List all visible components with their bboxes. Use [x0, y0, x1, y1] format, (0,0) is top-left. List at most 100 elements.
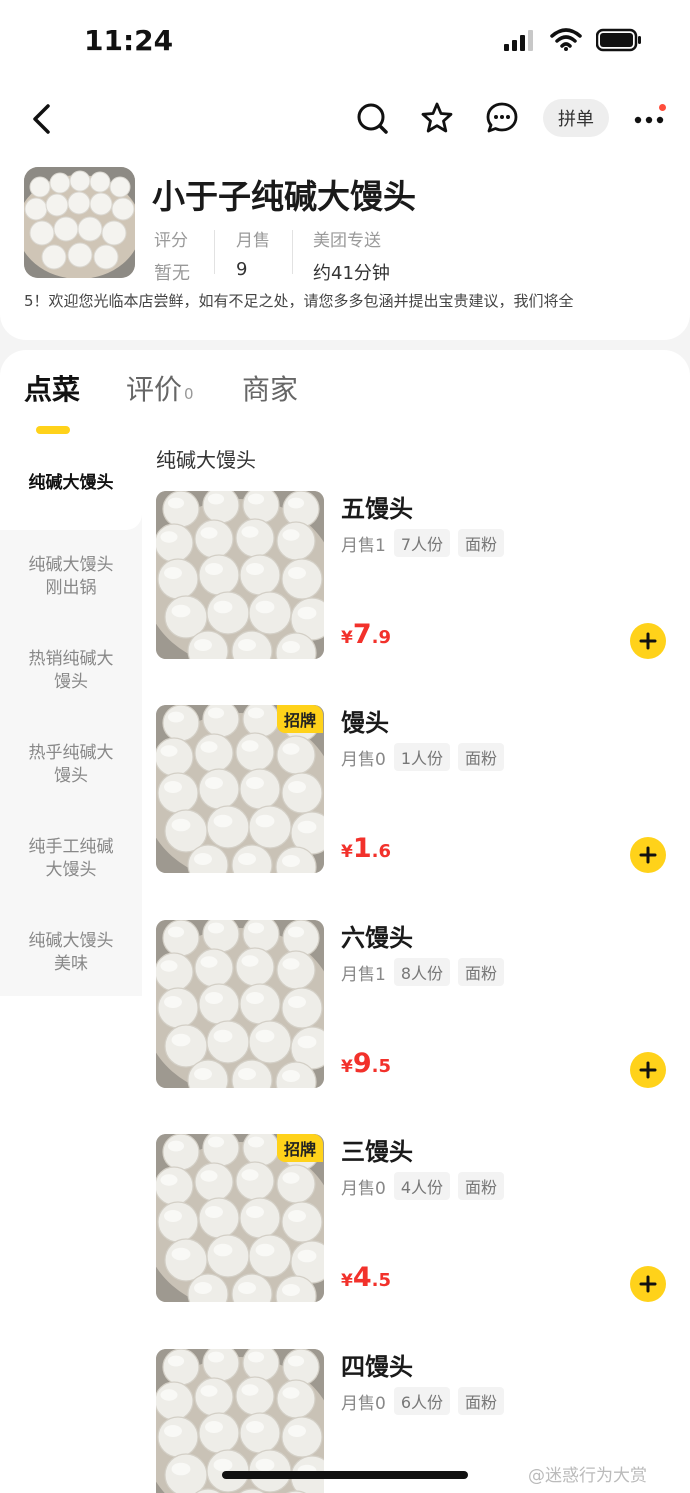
stat-monthly-sales: 月售 9 [236, 226, 270, 280]
stat-rating: 评分 暂无 [154, 226, 190, 285]
back-arrow-icon[interactable] [24, 102, 58, 136]
menu-item-name: 四馒头 [341, 1353, 413, 1381]
sidebar-empty-area [0, 996, 142, 1493]
price-integer: 9 [352, 1048, 372, 1079]
section-title: 纯碱大馒头 [156, 448, 256, 472]
menu-item-meta: 月售1 8人份 面粉 [341, 958, 505, 986]
stat-value: 9 [236, 259, 248, 280]
portion-tag: 6人份 [393, 1387, 451, 1415]
review-count: 0 [184, 385, 194, 403]
menu-item[interactable]: 招牌 三馒头 月售0 4人份 面粉 ¥4.5 [156, 1134, 676, 1304]
tab-merchant[interactable]: 商家 [242, 368, 298, 408]
watermark: @迷惑行为大赏 [528, 1466, 647, 1486]
menu-item-meta: 月售0 6人份 面粉 [341, 1387, 505, 1415]
stat-value: 约41分钟 [313, 263, 390, 284]
sidebar-item[interactable]: 热乎纯碱大馒头 [0, 718, 142, 812]
signature-badge: 招牌 [277, 705, 324, 733]
stat-label: 美团专送 [313, 231, 381, 251]
signature-badge: 招牌 [277, 1134, 324, 1162]
price-decimal: .5 [371, 1056, 392, 1077]
sidebar-item[interactable]: 纯碱大馒头刚出锅 [0, 530, 142, 624]
price-decimal: .5 [371, 1270, 392, 1291]
sidebar-item[interactable]: 热销纯碱大馒头 [0, 624, 142, 718]
category-sidebar: 纯碱大馒头 纯碱大馒头刚出锅 热销纯碱大馒头 热乎纯碱大馒头 纯手工纯碱大馒头 … [0, 436, 142, 1493]
portion-tag: 8人份 [393, 958, 451, 986]
status-bar: 11:24 [0, 0, 690, 80]
portion-tag: 4人份 [393, 1172, 451, 1200]
store-header: 拼单 小于子纯碱大馒头 评分 暂无 月售 9 美团专送 约41分钟 5！欢迎您光… [0, 80, 690, 340]
menu-item-image[interactable] [156, 920, 324, 1088]
more-icon[interactable] [632, 104, 668, 132]
material-tag: 面粉 [458, 958, 505, 986]
menu-item-name: 五馒头 [341, 495, 413, 523]
menu-panel: 点菜 评价 0 商家 纯碱大馒头 纯碱大馒头刚出锅 热销纯碱大馒头 热乎纯碱大馒头… [0, 350, 690, 1493]
search-icon[interactable] [354, 100, 390, 136]
price-decimal: .9 [371, 627, 392, 648]
add-to-cart-button[interactable] [630, 623, 666, 659]
nav-bar: 拼单 [0, 88, 690, 152]
tab-label: 点菜 [24, 373, 81, 406]
monthly-sold: 月售0 [341, 1393, 386, 1414]
menu-item[interactable]: 六馒头 月售1 8人份 面粉 ¥9.5 [156, 920, 676, 1090]
stat-label: 月售 [236, 231, 270, 251]
stat-delivery: 美团专送 约41分钟 [313, 226, 390, 285]
add-to-cart-button[interactable] [630, 1266, 666, 1302]
material-tag: 面粉 [458, 1387, 505, 1415]
stat-divider [214, 230, 215, 274]
plus-icon [639, 1061, 657, 1079]
price-integer: 1 [352, 833, 372, 864]
material-tag: 面粉 [458, 529, 505, 557]
group-order-button[interactable]: 拼单 [543, 99, 609, 137]
menu-item-price: ¥7.9 [341, 619, 391, 650]
sidebar-item[interactable]: 纯碱大馒头美味 [0, 906, 142, 1000]
material-tag: 面粉 [458, 1172, 505, 1200]
menu-item[interactable]: 五馒头 月售1 7人份 面粉 ¥7.9 [156, 491, 676, 661]
menu-item-price: ¥1.6 [341, 833, 391, 864]
add-to-cart-button[interactable] [630, 1052, 666, 1088]
tab-label: 商家 [242, 373, 299, 406]
portion-tag: 7人份 [393, 529, 451, 557]
menu-item-name: 馒头 [341, 709, 389, 737]
status-time: 11:24 [84, 24, 174, 57]
monthly-sold: 月售1 [341, 535, 386, 556]
signal-icon [504, 29, 536, 55]
tab-label: 评价 [126, 373, 183, 406]
price-integer: 4 [352, 1262, 372, 1293]
status-icons [504, 28, 642, 56]
tab-order[interactable]: 点菜 [24, 368, 80, 408]
portion-tag: 1人份 [393, 743, 451, 771]
menu-item-price: ¥9.5 [341, 1048, 391, 1079]
notification-dot [659, 104, 666, 111]
menu-item-image[interactable] [156, 491, 324, 659]
wifi-icon [550, 28, 582, 56]
star-icon[interactable] [419, 100, 455, 136]
sidebar-item[interactable]: 纯碱大馒头 [0, 436, 142, 530]
stat-value: 暂无 [154, 263, 190, 284]
tab-indicator [36, 426, 70, 434]
price-decimal: .6 [371, 841, 392, 862]
store-name: 小于子纯碱大馒头 [152, 177, 416, 216]
store-thumbnail[interactable] [24, 167, 135, 278]
price-currency: ¥ [341, 1271, 353, 1291]
store-notice[interactable]: 5！欢迎您光临本店尝鲜，如有不足之处，请您多多包涵并提出宝贵建议，我们将全 [24, 290, 670, 311]
menu-item-meta: 月售1 7人份 面粉 [341, 529, 505, 557]
home-indicator[interactable] [222, 1471, 468, 1479]
plus-icon [639, 632, 657, 650]
battery-icon [595, 28, 642, 56]
add-to-cart-button[interactable] [630, 837, 666, 873]
price-currency: ¥ [341, 628, 353, 648]
stat-label: 评分 [154, 231, 188, 251]
plus-icon [639, 846, 657, 864]
menu-item-name: 六馒头 [341, 924, 413, 952]
tab-reviews[interactable]: 评价 0 [126, 368, 194, 408]
menu-item-meta: 月售0 4人份 面粉 [341, 1172, 505, 1200]
message-icon[interactable] [484, 100, 520, 136]
tab-bar: 点菜 评价 0 商家 [0, 368, 690, 434]
material-tag: 面粉 [458, 743, 505, 771]
price-currency: ¥ [341, 842, 353, 862]
menu-item-meta: 月售0 1人份 面粉 [341, 743, 505, 771]
menu-item-name: 三馒头 [341, 1138, 413, 1166]
menu-item[interactable]: 招牌 馒头 月售0 1人份 面粉 ¥1.6 [156, 705, 676, 875]
price-currency: ¥ [341, 1057, 353, 1077]
sidebar-item[interactable]: 纯手工纯碱大馒头 [0, 812, 142, 906]
